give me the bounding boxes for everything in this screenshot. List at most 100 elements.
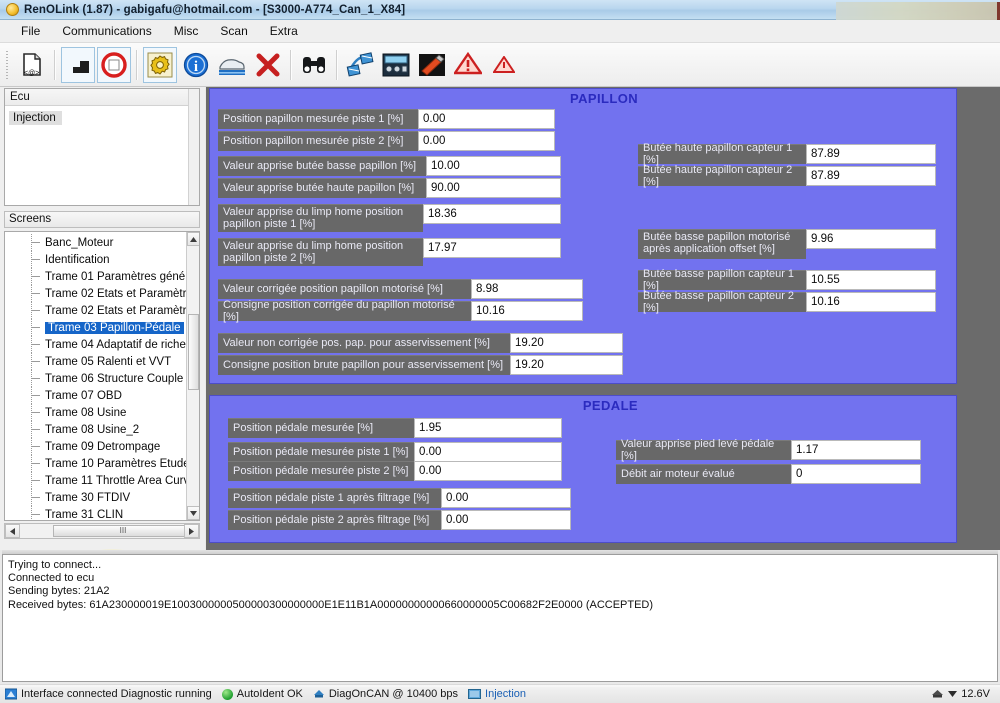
screens-tree-hscrollbar[interactable]: III [4,523,200,539]
screens-tree-item[interactable]: Identification [5,251,188,268]
pedale-left-1-value[interactable]: 0.00 [414,442,562,462]
scroll-down-icon[interactable] [187,506,199,520]
papillon-left-4-value[interactable]: 18.36 [423,204,561,224]
papillon-right-1-value[interactable]: 87.89 [806,166,936,186]
scroll-left-icon[interactable] [5,524,20,538]
toolbar-separator [290,49,292,80]
papillon-left-6-value[interactable]: 8.98 [471,279,583,299]
screens-tree-item[interactable]: Banc_Moteur [5,234,188,251]
warning-can-icon[interactable] [451,47,485,83]
papillon-left-5-value[interactable]: 17.97 [423,238,561,258]
papillon-left-1-value[interactable]: 0.00 [418,131,555,151]
screens-tree-item[interactable]: Trame 06 Structure Couple [5,370,188,387]
papillon-left-3-field: Valeur apprise butée haute papillon [%] 9… [218,178,561,198]
papillon-left-0-value[interactable]: 0.00 [418,109,555,129]
pedale-left-2-value[interactable]: 0.00 [414,461,562,481]
gear-settings-icon[interactable] [143,46,177,83]
screens-tree-item[interactable]: Trame 08 Usine_2 [5,421,188,438]
papillon-left-2-value[interactable]: 10.00 [426,156,561,176]
warning-clear-icon[interactable] [487,47,521,83]
papillon-right-2-value[interactable]: 9.96 [806,229,936,249]
svg-text:i: i [194,59,198,75]
pedale-left-0-value[interactable]: 1.95 [414,418,562,438]
papillon-left-3-label: Valeur apprise butée haute papillon [%] [218,178,426,198]
screens-header: Screens [4,211,200,228]
pedale-left-1-label: Position pédale mesurée piste 1 [%] [228,442,414,462]
papillon-left-9-field: Consigne position brute papillon pour as… [218,355,623,375]
screens-tree-item[interactable]: Trame 10 Paramètres Etudes [5,455,195,472]
ecu-listbox[interactable]: Ecu Injection [4,88,200,206]
papillon-left-7-value[interactable]: 10.16 [471,301,583,321]
chevron-down-icon [948,691,958,697]
menu-item-communications[interactable]: Communications [51,22,162,40]
screens-tree-item[interactable]: Trame 30 FTDIV [5,489,188,506]
control-panel-icon[interactable] [379,47,413,83]
new-document-icon[interactable]: <@> [15,47,49,83]
hscroll-thumb[interactable]: III [53,525,193,537]
ecu-list-scrollbar[interactable] [188,89,199,205]
screens-tree-item-label: Trame 02 Etats et Paramètres [45,287,199,300]
pedale-left-3-value[interactable]: 0.00 [441,488,571,508]
delete-cross-icon[interactable] [251,47,285,83]
papillon-right-0-value[interactable]: 87.89 [806,144,936,164]
papillon-right-3-value[interactable]: 10.55 [806,270,936,290]
vehicle-icon[interactable] [215,47,249,83]
menu-item-extra[interactable]: Extra [259,22,309,40]
toolbar-grip[interactable] [4,48,11,81]
screens-tree-item-label: Trame 10 Paramètres Etudes [45,457,196,470]
screens-tree-item[interactable]: Trame 03 Papillon-Pédale [5,319,188,336]
screens-tree-item-label: Trame 04 Adaptatif de richesse [45,338,200,351]
papillon-left-4-label: Valeur apprise du limp home position pap… [218,204,423,232]
screens-tree-item[interactable]: Trame 02 Etats et Paramètres [5,302,199,319]
stop-record-icon[interactable] [97,46,131,83]
stairs-step-icon[interactable] [61,46,95,83]
scroll-thumb[interactable] [188,314,199,390]
scroll-right-icon[interactable] [184,524,199,538]
screens-tree-item[interactable]: Trame 04 Adaptatif de richesse [5,336,199,353]
ecu-list-header: Ecu [5,89,199,106]
wiring-harness-icon[interactable] [343,47,377,83]
screens-tree[interactable]: Banc_Moteur Identification Trame 01 Paramè… [4,231,200,521]
scroll-up-icon[interactable] [187,232,199,246]
pedale-panel: PEDALE Position pédale mesurée [%] 1.95 Po… [209,395,957,543]
interface-icon [5,688,17,700]
ecu-list-item-injection[interactable]: Injection [9,111,62,125]
menu-item-misc[interactable]: Misc [163,22,210,40]
binoculars-search-icon[interactable] [297,47,331,83]
screens-tree-item[interactable]: Trame 02 Etats et Paramètres [5,285,199,302]
pedale-right-0-value[interactable]: 1.17 [791,440,921,460]
papillon-right-0-field: Butée haute papillon capteur 1 [%] 87.89 [638,142,936,165]
papillon-left-8-value[interactable]: 19.20 [510,333,623,353]
status-autoident-label: AutoIdent OK [236,688,303,700]
papillon-left-9-value[interactable]: 19.20 [510,355,623,375]
screens-tree-item-label: Trame 30 FTDIV [45,491,131,504]
pedale-left-0-field: Position pédale mesurée [%] 1.95 [228,418,562,438]
injector-icon[interactable] [415,47,449,83]
pedale-left-1-field: Position pédale mesurée piste 1 [%] 0.00 [228,442,562,462]
window-title: RenOLink (1.87) - gabigafu@hotmail.com -… [24,3,406,16]
screens-tree-item[interactable]: Trame 07 OBD [5,387,188,404]
screens-tree-item[interactable]: Trame 09 Detrompage [5,438,188,455]
papillon-left-0-label: Position papillon mesurée piste 1 [%] [218,109,418,129]
screens-tree-item-label: Trame 02 Etats et Paramètres [45,304,199,317]
pedale-right-1-value[interactable]: 0 [791,464,921,484]
pedale-left-4-value[interactable]: 0.00 [441,510,571,530]
screens-tree-item[interactable]: Trame 11 Throttle Area Curve [5,472,196,489]
papillon-left-3-value[interactable]: 90.00 [426,178,561,198]
papillon-right-4-value[interactable]: 10.16 [806,292,936,312]
pedale-right-0-label: Valeur apprise pied levé pédale [%] [616,438,791,461]
screens-tree-item[interactable]: Trame 01 Paramètres générau [5,268,199,285]
pedale-right-1-label: Débit air moteur évalué [616,464,791,484]
screens-tree-scrollbar[interactable] [186,232,199,520]
screens-tree-item[interactable]: Trame 31 CLIN [5,506,188,520]
papillon-left-6-field: Valeur corrigée position papillon motori… [218,279,583,299]
screens-tree-item[interactable]: Trame 08 Usine [5,404,188,421]
toolbar-separator [136,49,138,80]
log-console[interactable]: Trying to connect... Connected to ecu Se… [2,554,998,682]
menu-item-file[interactable]: File [10,22,51,40]
left-panel: Ecu Injection Screens Banc_Moteur Identif… [0,87,205,597]
info-icon[interactable]: i [179,47,213,83]
screens-tree-item[interactable]: Trame 05 Ralenti et VVT [5,353,188,370]
menu-item-scan[interactable]: Scan [209,22,258,40]
app-icon [6,3,19,16]
